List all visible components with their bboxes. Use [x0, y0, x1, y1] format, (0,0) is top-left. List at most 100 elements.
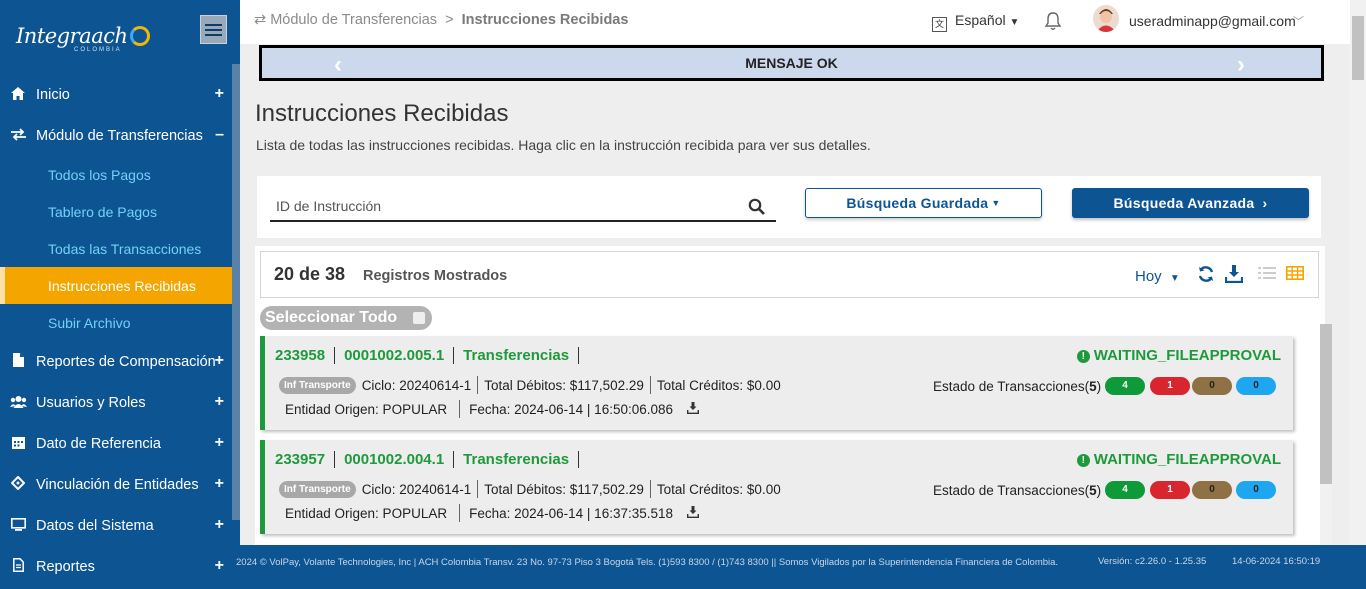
- date-text: Fecha: 2024-06-14 | 16:50:06.086: [469, 401, 674, 417]
- user-email[interactable]: useradminapp@gmail.com: [1129, 13, 1296, 29]
- link-icon: [9, 475, 27, 493]
- footer-copyright: 2024 © VolPay, Volante Technologies, Inc…: [236, 557, 1059, 568]
- sidebar-item-inicio[interactable]: Inicio +: [0, 74, 232, 115]
- instruction-card[interactable]: 233957 0001002.004.1 Transferencias ! WAITI…: [260, 440, 1293, 534]
- collapse-icon[interactable]: –: [215, 126, 224, 144]
- instruction-type: Transferencias: [463, 347, 580, 364]
- breadcrumb-parent[interactable]: Módulo de Transferencias: [270, 12, 437, 28]
- expand-icon[interactable]: +: [215, 393, 224, 411]
- sidebar-item-dato-referencia[interactable]: Dato de Referencia +: [0, 423, 232, 464]
- total-credits: Total Créditos: $0.00: [656, 377, 781, 393]
- download-icon[interactable]: [687, 402, 701, 416]
- avatar[interactable]: [1093, 5, 1119, 32]
- badge-other-count[interactable]: 0: [1236, 481, 1276, 499]
- origin-entity: Entidad Origen: POPULAR: [285, 401, 448, 417]
- download-icon[interactable]: [1224, 265, 1245, 285]
- total-debits: Total Débitos: $117,502.29: [484, 481, 644, 497]
- sidebar-subitem-todas-las-transacciones[interactable]: Todas las Transacciones: [0, 230, 232, 267]
- sidebar-item-reportes[interactable]: Reportes +: [0, 546, 232, 587]
- sidebar-subitem-subir-archivo[interactable]: Subir Archivo: [0, 304, 232, 341]
- sidebar-item-reportes-compensacion[interactable]: Reportes de Compensación +: [0, 341, 232, 382]
- expand-icon[interactable]: +: [215, 352, 224, 370]
- expand-icon[interactable]: +: [215, 557, 224, 575]
- select-all-checkbox[interactable]: [413, 312, 425, 324]
- badge-success-count[interactable]: 4: [1105, 377, 1145, 395]
- instruction-ref[interactable]: 0001002.004.1: [344, 451, 455, 468]
- sidebar-subitem-tablero-de-pagos[interactable]: Tablero de Pagos: [0, 193, 232, 230]
- search-field: [270, 192, 776, 222]
- sidebar-item-datos-sistema[interactable]: Datos del Sistema +: [0, 505, 232, 546]
- transaction-status-label: Estado de Transacciones(5) :: [933, 379, 1109, 394]
- chevron-down-icon: ▼: [1009, 17, 1020, 28]
- instruction-id-input[interactable]: [270, 192, 730, 220]
- users-icon: [9, 395, 27, 411]
- badge-pending-count[interactable]: 0: [1192, 481, 1232, 499]
- download-icon[interactable]: [687, 506, 701, 520]
- message-banner: ‹ MENSAJE OK ›: [259, 45, 1324, 81]
- sidebar-item-label: Datos del Sistema: [36, 517, 154, 534]
- records-label: Registros Mostrados: [363, 268, 508, 284]
- results-header: 20 de 38 Registros Mostrados Hoy ▼: [260, 251, 1319, 298]
- search-icon[interactable]: [748, 198, 766, 216]
- app-logo[interactable]: Integraach COLOMBIA: [16, 24, 150, 60]
- instruction-card[interactable]: 233958 0001002.005.1 Transferencias ! WAITI…: [260, 336, 1293, 430]
- advanced-search-button[interactable]: Búsqueda Avanzada ›: [1072, 188, 1309, 218]
- caret-down-icon: ▼: [991, 198, 1001, 208]
- origin-entity: Entidad Origen: POPULAR: [285, 505, 448, 521]
- footer-timestamp: 14-06-2024 16:50:19: [1232, 556, 1321, 567]
- expand-icon[interactable]: +: [215, 475, 224, 493]
- logo-ring-icon: [129, 26, 150, 46]
- date-text: Fecha: 2024-06-14 | 16:37:35.518: [469, 505, 674, 521]
- sidebar-item-label: Reportes: [36, 558, 95, 575]
- exchange-icon: ⇄: [254, 12, 267, 28]
- sidebar-item-transferencias[interactable]: Módulo de Transferencias –: [0, 115, 232, 156]
- instruction-id[interactable]: 233957: [275, 451, 336, 468]
- page-title: Instrucciones Recibidas: [255, 100, 509, 127]
- translate-icon: 文: [932, 17, 947, 32]
- main-scrollbar[interactable]: [1350, 0, 1366, 545]
- sidebar-item-usuarios-roles[interactable]: Usuarios y Roles +: [0, 382, 232, 423]
- grid-view-icon[interactable]: [1286, 265, 1306, 285]
- badge-failed-count[interactable]: 1: [1150, 481, 1190, 499]
- card-header: 233957 0001002.004.1 Transferencias: [275, 451, 588, 468]
- instruction-ref[interactable]: 0001002.005.1: [344, 347, 455, 364]
- language-selector[interactable]: 文 Español ▼: [932, 12, 1019, 32]
- expand-icon[interactable]: +: [215, 516, 224, 534]
- type-tag: Inf Transporte: [279, 480, 356, 498]
- refresh-icon[interactable]: [1197, 265, 1217, 285]
- badge-failed-count[interactable]: 1: [1150, 377, 1190, 395]
- breadcrumb: ⇄ Módulo de Transferencias > Instruccion…: [254, 12, 628, 28]
- saved-search-button[interactable]: Búsqueda Guardada ▼: [805, 188, 1042, 218]
- card-header: 233958 0001002.005.1 Transferencias: [275, 347, 588, 364]
- chevron-down-icon[interactable]: ﹀: [1293, 13, 1304, 29]
- chevron-right-icon[interactable]: ›: [1237, 51, 1245, 79]
- instruction-id[interactable]: 233958: [275, 347, 336, 364]
- results-scrollbar[interactable]: [1320, 324, 1332, 546]
- type-tag: Inf Transporte: [279, 376, 356, 394]
- sidebar-item-label: Módulo de Transferencias: [36, 127, 203, 144]
- chevron-left-icon[interactable]: ‹: [334, 51, 342, 79]
- badge-success-count[interactable]: 4: [1105, 481, 1145, 499]
- hamburger-menu-icon[interactable]: [200, 15, 227, 44]
- badge-other-count[interactable]: 0: [1236, 377, 1276, 395]
- bell-icon[interactable]: [1044, 11, 1062, 31]
- badge-pending-count[interactable]: 0: [1192, 377, 1232, 395]
- footer: 2024 © VolPay, Volante Technologies, Inc…: [227, 545, 1366, 589]
- monitor-icon: [9, 517, 27, 534]
- list-view-icon[interactable]: [1258, 265, 1278, 285]
- select-all-toggle[interactable]: Seleccionar Todo: [260, 306, 432, 330]
- expand-icon[interactable]: +: [215, 434, 224, 452]
- sidebar-item-vinculacion-entidades[interactable]: Vinculación de Entidades +: [0, 464, 232, 505]
- calendar-icon: [9, 435, 27, 452]
- caret-down-icon: ▼: [1169, 273, 1180, 284]
- sidebar-subitem-instrucciones-recibidas[interactable]: Instrucciones Recibidas: [0, 267, 240, 304]
- file-icon: [9, 353, 27, 370]
- total-debits: Total Débitos: $117,502.29: [484, 377, 644, 393]
- sidebar-scrollbar[interactable]: [232, 64, 240, 520]
- period-dropdown[interactable]: Hoy ▼: [1135, 268, 1180, 285]
- expand-icon[interactable]: +: [215, 85, 224, 103]
- breadcrumb-separator: >: [445, 12, 454, 28]
- search-panel: Búsqueda Guardada ▼ Búsqueda Avanzada ›: [257, 176, 1321, 238]
- footer-version: Versión: c2.26.0 - 1.25.35: [1098, 556, 1207, 567]
- sidebar-subitem-todos-los-pagos[interactable]: Todos los Pagos: [0, 156, 232, 193]
